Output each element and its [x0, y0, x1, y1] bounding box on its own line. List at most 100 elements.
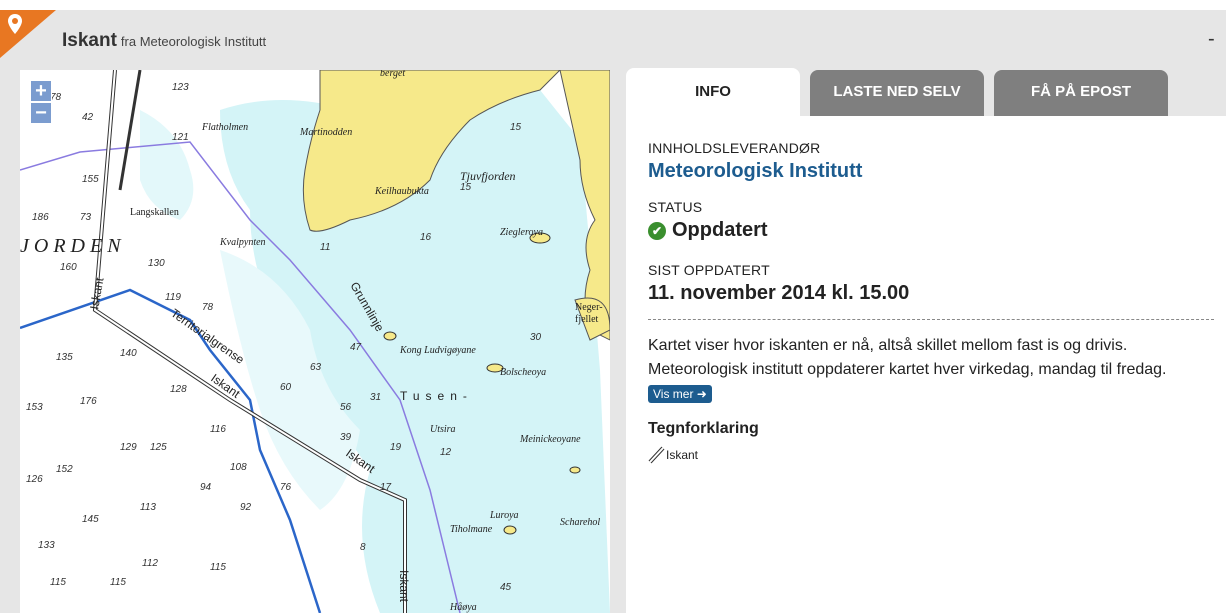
svg-text:186: 186 [32, 212, 49, 223]
svg-text:145: 145 [82, 514, 99, 525]
svg-text:60: 60 [280, 382, 292, 393]
svg-text:30: 30 [530, 332, 542, 343]
svg-text:Neger-: Neger- [575, 302, 603, 313]
status-label: STATUS [648, 199, 703, 215]
tab-info[interactable]: INFO [626, 68, 800, 116]
svg-text:140: 140 [120, 348, 137, 359]
svg-text:92: 92 [240, 502, 252, 513]
svg-text:112: 112 [142, 558, 158, 569]
island [569, 466, 581, 474]
svg-text:11: 11 [320, 242, 330, 253]
info-panel: INFO LASTE NED SELV FÅ PÅ EPOST INNHOLDS… [626, 68, 1226, 613]
svg-text:126: 126 [26, 474, 43, 485]
zoom-in-button[interactable]: + [30, 80, 52, 102]
svg-text:Meinickeoyane: Meinickeoyane [519, 434, 581, 445]
status-value: ✔ Oppdatert [648, 219, 1226, 242]
layer-title: Iskant fra Meteorologisk Institutt [62, 30, 266, 52]
ice-edge-label: Iskant [87, 276, 106, 311]
svg-text:15: 15 [460, 182, 472, 193]
tab-email[interactable]: FÅ PÅ EPOST [994, 70, 1168, 116]
tab-download[interactable]: LASTE NED SELV [810, 70, 984, 116]
svg-text:Kong Ludvigøyane: Kong Ludvigøyane [399, 345, 476, 356]
show-more-button[interactable]: Vis mer ➜ [648, 384, 712, 403]
svg-text:12: 12 [440, 447, 452, 458]
island [383, 331, 397, 341]
tab-bar: INFO LASTE NED SELV FÅ PÅ EPOST [626, 68, 1226, 116]
svg-text:17: 17 [380, 482, 392, 493]
svg-text:116: 116 [210, 424, 226, 435]
svg-text:Langskallen: Langskallen [130, 207, 179, 218]
svg-text:63: 63 [310, 362, 322, 373]
svg-text:94: 94 [200, 482, 212, 493]
svg-text:176: 176 [80, 396, 97, 407]
legend-item-label: Iskant [666, 448, 699, 462]
description: Kartet viser hvor iskanten er nå, altså … [648, 334, 1218, 406]
svg-text:160: 160 [60, 262, 77, 273]
svg-text:Keilhaubukta: Keilhaubukta [374, 186, 429, 197]
check-icon: ✔ [648, 221, 666, 240]
svg-text:Utsira: Utsira [430, 424, 456, 435]
svg-text:153: 153 [26, 402, 43, 413]
svg-text:113: 113 [140, 502, 156, 513]
svg-text:31: 31 [370, 392, 381, 403]
territorial-limit-line-north [118, 70, 142, 191]
svg-text:Bolscheoya: Bolscheoya [500, 367, 546, 378]
svg-text:125: 125 [150, 442, 167, 453]
svg-text:119: 119 [165, 292, 181, 303]
svg-text:115: 115 [210, 562, 226, 573]
svg-text:76: 76 [280, 482, 292, 493]
ice-edge-label: Iskant [397, 570, 411, 603]
map-canvas[interactable]: 7842123121 155186 73130 16011978140 13512… [20, 70, 610, 613]
description-text: Kartet viser hvor iskanten er nå, altså … [648, 337, 1167, 378]
divider [648, 319, 1214, 320]
zoom-controls: + − [30, 80, 52, 124]
svg-text:fjellet: fjellet [575, 314, 599, 325]
layer-source: fra Meteorologisk Institutt [120, 34, 267, 49]
updated-label: SIST OPPDATERT [648, 262, 770, 278]
location-pin-icon [8, 14, 22, 34]
svg-text:15: 15 [510, 122, 522, 133]
svg-text:123: 123 [172, 82, 189, 93]
svg-text:Scharehol: Scharehol [560, 517, 600, 528]
panel-header: Iskant fra Meteorologisk Institutt - [0, 10, 1226, 70]
svg-text:78: 78 [202, 302, 214, 313]
collapse-button[interactable]: - [1208, 28, 1215, 51]
island [503, 525, 517, 535]
map-region-label: J O R D E N [20, 235, 122, 257]
svg-text:115: 115 [50, 577, 66, 588]
legend-item-iskant: Iskant [648, 446, 1226, 464]
svg-text:16: 16 [420, 232, 432, 243]
svg-text:42: 42 [82, 112, 94, 123]
layer-name: Iskant [62, 30, 117, 51]
svg-text:Flatholmen: Flatholmen [201, 122, 248, 133]
svg-text:19: 19 [390, 442, 402, 453]
svg-text:152: 152 [56, 464, 73, 475]
provider-link[interactable]: Meteorologisk Institutt [648, 160, 1226, 183]
svg-text:73: 73 [80, 212, 92, 223]
svg-text:Martinodden: Martinodden [299, 127, 352, 138]
status-text: Oppdatert [672, 219, 768, 241]
map-panel: Iskant fra Meteorologisk Institutt - 78 … [0, 10, 1226, 613]
svg-text:130: 130 [148, 258, 165, 269]
shallow-water [140, 110, 194, 220]
svg-text:Luroya: Luroya [489, 510, 519, 521]
location-pin-badge [0, 10, 56, 58]
updated-date: 11. november 2014 kl. 15.00 [648, 282, 910, 304]
svg-text:45: 45 [500, 582, 512, 593]
svg-text:155: 155 [82, 174, 99, 185]
svg-text:Kvalpynten: Kvalpynten [219, 237, 266, 248]
zoom-out-button[interactable]: − [30, 102, 52, 124]
svg-text:121: 121 [172, 132, 189, 143]
svg-text:Ziegleroya: Ziegleroya [500, 227, 543, 238]
nautical-map[interactable]: 78 42 123 121 155 186 73 130 160 119 78 140 135 12… [20, 70, 610, 613]
svg-text:56: 56 [340, 402, 352, 413]
svg-text:Håøya: Håøya [449, 602, 477, 613]
svg-text:berget: berget [380, 70, 405, 79]
svg-text:115: 115 [110, 577, 126, 588]
svg-text:135: 135 [56, 352, 73, 363]
svg-text:133: 133 [38, 540, 55, 551]
svg-text:Tiholmane: Tiholmane [450, 524, 493, 535]
svg-text:8: 8 [360, 542, 366, 553]
ice-edge-legend-icon [648, 446, 665, 464]
svg-text:39: 39 [340, 432, 352, 443]
